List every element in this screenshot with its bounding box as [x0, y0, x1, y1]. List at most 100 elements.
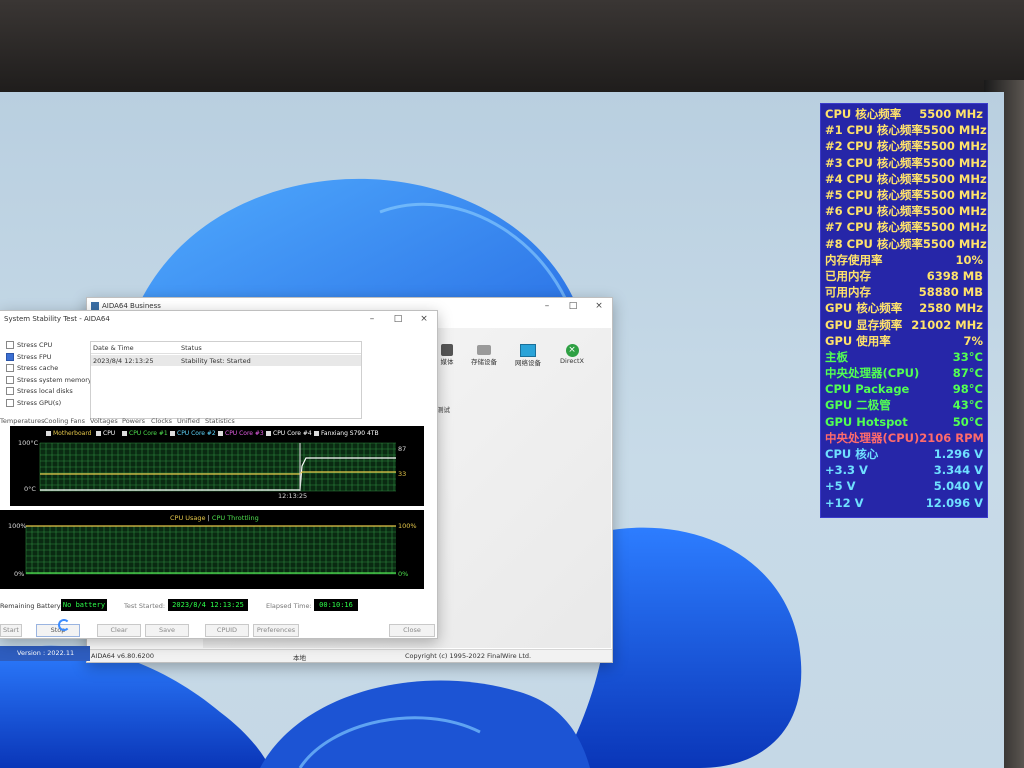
- status-mid: 本地: [293, 654, 306, 662]
- overlay-label: CPU 核心: [825, 447, 879, 462]
- overlay-label: 内存使用率: [825, 252, 883, 267]
- overlay-row: GPU 使用率 7%: [821, 333, 987, 349]
- battery-value: No battery: [61, 599, 107, 611]
- overlay-value: 50°C: [952, 414, 983, 429]
- option-label: Stress system memory: [17, 375, 92, 384]
- overlay-value: 33°C: [952, 349, 983, 364]
- clear-button[interactable]: Clear: [97, 624, 141, 637]
- minimize-button[interactable]: –: [359, 314, 385, 324]
- stress-option[interactable]: Stress CPU: [6, 341, 90, 353]
- option-label: Stress local disks: [17, 387, 73, 395]
- tab-powers[interactable]: Powers: [122, 417, 145, 425]
- overlay-label: #4 CPU 核心频率: [825, 171, 923, 186]
- overlay-label: GPU 核心频率: [825, 301, 903, 316]
- overlay-value: 3.344 V: [933, 463, 983, 478]
- test-started-label: Test Started:: [124, 602, 166, 610]
- elapsed-value: 00:10:16: [314, 599, 358, 611]
- checkbox[interactable]: [6, 364, 14, 372]
- checkbox[interactable]: [6, 398, 14, 407]
- stress-option[interactable]: Stress FPU: [6, 352, 90, 365]
- tab-statistics[interactable]: Statistics: [205, 417, 235, 425]
- overlay-label: 可用内存: [825, 285, 871, 300]
- start-button[interactable]: Start: [0, 624, 22, 637]
- temp-right-top: 87: [398, 445, 407, 453]
- usage-right-bottom: 0%: [398, 570, 409, 578]
- overlay-row: GPU 核心频率 2580 MHz: [821, 300, 987, 316]
- maximize-button[interactable]: □: [560, 301, 586, 311]
- overlay-row: 主板 33°C: [821, 349, 987, 365]
- overlay-row: +5 V 5.040 V: [821, 478, 987, 494]
- tab-temperatures[interactable]: Temperatures: [0, 417, 45, 425]
- usage-left-bottom: 0%: [14, 570, 25, 578]
- overlay-row: +3.3 V 3.344 V: [821, 462, 987, 478]
- battery-label: Remaining Battery:: [0, 602, 63, 610]
- overlay-value: 5500 MHz: [922, 188, 987, 203]
- stress-option[interactable]: Stress cache: [6, 364, 90, 376]
- close-button[interactable]: ×: [411, 314, 437, 324]
- overlay-label: #1 CPU 核心频率: [825, 123, 923, 138]
- overlay-value: 5500 MHz: [919, 107, 983, 122]
- overlay-row: GPU 显存频率 21002 MHz: [821, 316, 987, 332]
- overlay-label: 中央处理器(CPU): [825, 430, 920, 445]
- checkbox[interactable]: [6, 375, 14, 384]
- stress-option[interactable]: Stress local disks: [6, 387, 90, 399]
- close-button[interactable]: ×: [586, 301, 612, 311]
- checkbox[interactable]: [6, 341, 14, 349]
- overlay-value: 2580 MHz: [919, 301, 983, 316]
- overlay-value: 1.296 V: [933, 447, 983, 462]
- preferences-button[interactable]: Preferences: [253, 624, 299, 637]
- overlay-value: 5500 MHz: [922, 155, 987, 170]
- cpu-usage-graph: CPU Usage | CPU Throttling 100% 0% 100% …: [0, 510, 424, 589]
- overlay-label: #6 CPU 核心频率: [825, 204, 923, 219]
- checkbox[interactable]: [6, 387, 14, 395]
- graph-tabs: Temperatures Cooling Fans Voltages Powers Cl…: [0, 416, 437, 426]
- overlay-row: +12 V 12.096 V: [821, 495, 987, 511]
- overlay-value: 98°C: [952, 382, 983, 397]
- overlay-value: 12.096 V: [925, 495, 983, 510]
- overlay-row: #3 CPU 核心频率 5500 MHz: [821, 155, 987, 171]
- checkbox[interactable]: [6, 352, 14, 361]
- overlay-label: #8 CPU 核心频率: [825, 236, 923, 251]
- close-window-button[interactable]: Close: [389, 624, 435, 637]
- tab-clocks[interactable]: Clocks: [151, 417, 172, 425]
- save-button[interactable]: Save: [145, 624, 189, 637]
- status-left: AIDA64 v6.80.6200: [91, 652, 154, 660]
- stress-options: Stress CPU Stress FPU Stress cache Stress s…: [6, 341, 92, 411]
- overlay-value: 2106 RPM: [919, 430, 984, 445]
- stability-test-window[interactable]: System Stability Test - AIDA64 – □ × Str…: [0, 310, 438, 639]
- aida-logo-icon: [91, 302, 99, 310]
- minimize-button[interactable]: –: [534, 301, 560, 311]
- overlay-row: #2 CPU 核心频率 5500 MHz: [821, 138, 987, 154]
- stability-titlebar[interactable]: System Stability Test - AIDA64 – □ ×: [0, 311, 437, 327]
- icon-item-network[interactable]: 网络设备: [508, 344, 548, 367]
- maximize-button[interactable]: □: [385, 314, 411, 324]
- stress-option[interactable]: Stress system memory: [6, 375, 92, 388]
- overlay-row: #8 CPU 核心频率 5500 MHz: [821, 236, 987, 252]
- icon-item-directx[interactable]: × DirectX: [552, 344, 592, 365]
- tab-cooling-fans[interactable]: Cooling Fans: [44, 417, 85, 425]
- temperature-graph: Motherboard CPU CPU Core #1 CPU Core #2 CPU …: [10, 426, 424, 506]
- table-row[interactable]: 2023/8/4 12:13:25 Stability Test: Starte…: [91, 355, 361, 366]
- overlay-value: 5.040 V: [933, 479, 983, 494]
- version-bar: Version : 2022.11: [0, 646, 90, 661]
- tab-voltages[interactable]: Voltages: [90, 417, 118, 425]
- monitor-bezel-top: [0, 0, 1024, 92]
- stress-option[interactable]: Stress GPU(s): [6, 398, 90, 411]
- overlay-value: 7%: [963, 333, 983, 348]
- overlay-label: CPU 核心频率: [825, 107, 902, 122]
- usage-graph-svg: [25, 525, 396, 575]
- sensor-overlay-panel: CPU 核心频率 5500 MHz #1 CPU 核心频率 5500 MHz #2 CP…: [820, 103, 988, 518]
- usage-left-top: 100%: [8, 522, 27, 530]
- overlay-value: 5500 MHz: [922, 171, 987, 186]
- overlay-row: GPU 二极管 43°C: [821, 397, 987, 413]
- icon-item-storage[interactable]: 存储设备: [464, 344, 504, 366]
- tab-unified[interactable]: Unified: [177, 417, 200, 425]
- log-header-status: Status: [181, 344, 202, 352]
- overlay-label: #2 CPU 核心频率: [825, 139, 923, 154]
- cpuid-button[interactable]: CPUID: [205, 624, 249, 637]
- log-header-date: Date & Time: [93, 344, 134, 352]
- elapsed-label: Elapsed Time:: [266, 602, 312, 610]
- overlay-value: 5500 MHz: [922, 220, 987, 235]
- overlay-label: #3 CPU 核心频率: [825, 155, 923, 170]
- partial-label: 测试: [437, 406, 450, 414]
